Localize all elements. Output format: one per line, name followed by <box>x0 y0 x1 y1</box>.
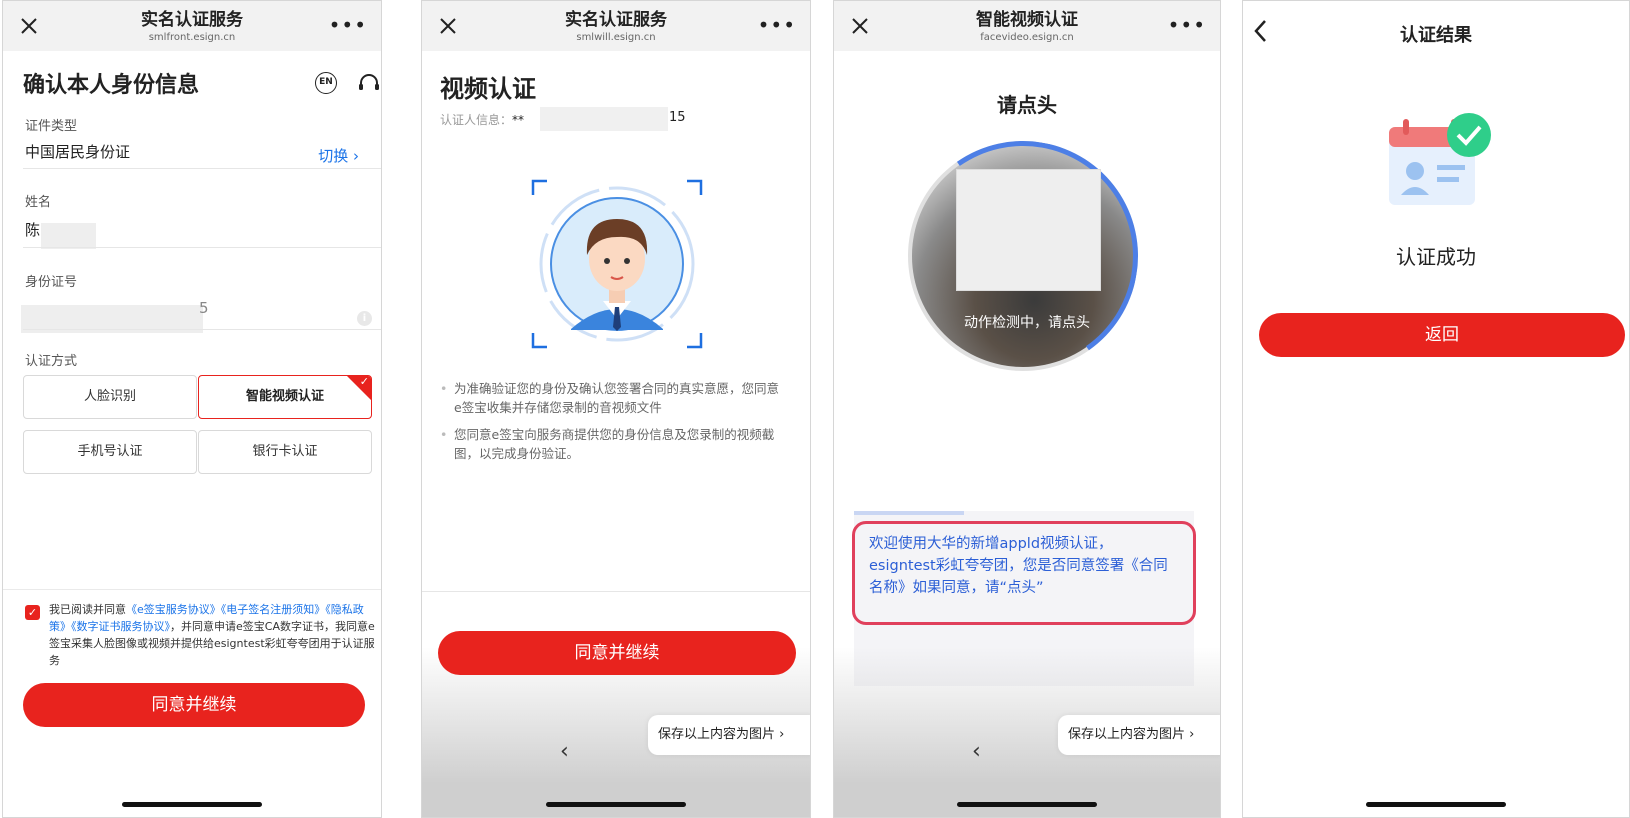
nav-url: smlfront.esign.cn <box>148 32 236 43</box>
auth-person-info: 认证人信息：** <box>440 111 524 128</box>
browser-back-icon[interactable]: ‹ <box>560 739 569 764</box>
action-prompt: 请点头 <box>997 93 1057 117</box>
save-as-image-button[interactable]: 保存以上内容为图片 › <box>1058 715 1220 755</box>
camera-status-text: 动作检测中，请点头 <box>964 315 1090 331</box>
message-progress-bar <box>854 511 964 515</box>
divider <box>23 329 381 330</box>
more-icon[interactable]: ••• <box>1168 15 1206 35</box>
name-redaction <box>41 223 96 249</box>
notice-item: • 您同意e签宝向服务商提供您的身份信息及您录制的视频截图，以完成身份验证。 <box>440 425 780 463</box>
agree-checkbox[interactable]: ✓ <box>25 605 40 620</box>
nav-url: smlwill.esign.cn <box>576 32 656 43</box>
face-redaction <box>956 169 1101 291</box>
service-agreement-link[interactable]: 《e签宝服务协议》 <box>126 603 221 616</box>
headset-icon[interactable] <box>357 72 381 94</box>
top-nav-bar: 智能视频认证 facevideo.esign.cn ••• <box>834 1 1220 51</box>
return-button[interactable]: 返回 <box>1259 313 1625 357</box>
id-number-label: 身份证号 <box>25 275 78 290</box>
id-type-value: 中国居民身份证 <box>25 143 131 161</box>
notice-item: • 为准确验证您的身份及确认您签署合同的真实意愿，您同意e签宝收集并存储您录制的… <box>440 381 780 415</box>
consent-message: 欢迎使用大华的新增appld视频认证，esigntest彩虹夸夸团，您是否同意签… <box>852 521 1196 625</box>
page-title: 视频认证 <box>440 75 536 103</box>
divider <box>23 168 381 169</box>
method-face-button[interactable]: 人脸识别 <box>23 375 197 419</box>
nav-title: 认证结果 <box>1400 25 1472 46</box>
home-indicator <box>957 802 1097 807</box>
nav-title: 实名认证服务 <box>565 10 667 30</box>
id-number-field[interactable]: 5 <box>199 299 209 317</box>
phone-panel-video-auth: 实名认证服务 smlwill.esign.cn ••• 视频认证 认证人信息：*… <box>421 0 811 818</box>
notice-text: 为准确验证您的身份及确认您签署合同的真实意愿，您同意e签宝收集并存储您录制的音视… <box>454 381 780 415</box>
phone-panel-smart-video: 智能视频认证 facevideo.esign.cn ••• 请点头 动作检测中，… <box>833 0 1221 818</box>
esign-notice-link[interactable]: 《电子签名注册须知》 <box>221 603 326 616</box>
top-nav-bar: 认证结果 <box>1243 1 1629 51</box>
name-label: 姓名 <box>25 195 52 210</box>
home-indicator <box>546 802 686 807</box>
auth-person-value: ** <box>512 113 525 127</box>
method-bankcard-button[interactable]: 银行卡认证 <box>198 430 372 474</box>
success-calendar-icon <box>1389 113 1491 205</box>
divider <box>23 247 381 248</box>
cert-agreement-link[interactable]: 《数字证书服务协议》 <box>71 620 170 633</box>
agree-continue-button[interactable]: 同意并继续 <box>438 631 796 675</box>
home-indicator <box>122 802 262 807</box>
agreement-text: 我已阅读并同意《e签宝服务协议》《电子签名注册须知》《隐私政策》《数字证书服务协… <box>49 601 379 669</box>
check-icon: ✓ <box>359 375 369 388</box>
nav-title: 实名认证服务 <box>141 10 243 30</box>
divider <box>422 591 810 592</box>
nav-title: 智能视频认证 <box>976 10 1078 30</box>
method-video-button[interactable]: 智能视频认证 ✓ <box>198 375 372 419</box>
browser-back-icon[interactable]: ‹ <box>972 739 981 764</box>
more-icon[interactable]: ••• <box>329 15 367 35</box>
phone-panel-confirm-identity: 实名认证服务 smlfront.esign.cn ••• 确认本人身份信息 EN… <box>2 0 382 818</box>
agree-continue-button[interactable]: 同意并继续 <box>23 683 365 727</box>
home-indicator <box>1366 802 1506 807</box>
info-icon[interactable]: i <box>357 311 372 326</box>
auth-person-label: 认证人信息： <box>440 113 513 127</box>
notice-text: 您同意e签宝向服务商提供您的身份信息及您录制的视频截图，以完成身份验证。 <box>454 427 775 461</box>
agreement-prefix: 我已阅读并同意 <box>49 603 126 616</box>
language-en-icon[interactable]: EN <box>315 72 337 94</box>
more-icon[interactable]: ••• <box>758 15 796 35</box>
auth-person-tail: 15 <box>669 110 686 125</box>
method-phone-button[interactable]: 手机号认证 <box>23 430 197 474</box>
phone-panel-auth-result: 认证结果 认证成功 返回 <box>1242 0 1630 818</box>
divider <box>3 589 381 590</box>
top-nav-bar: 实名认证服务 smlfront.esign.cn ••• <box>3 1 381 51</box>
switch-id-type-link[interactable]: 切换 › <box>318 145 359 166</box>
name-field[interactable]: 陈 <box>25 219 40 240</box>
auth-method-label: 认证方式 <box>25 354 78 369</box>
info-redaction <box>540 107 668 131</box>
nav-url: facevideo.esign.cn <box>980 32 1074 43</box>
top-nav-bar: 实名认证服务 smlwill.esign.cn ••• <box>422 1 810 51</box>
method-video-label: 智能视频认证 <box>245 389 324 404</box>
result-status: 认证成功 <box>1396 245 1476 269</box>
save-as-image-button[interactable]: 保存以上内容为图片 › <box>648 715 810 755</box>
page-title: 确认本人身份信息 <box>23 73 200 98</box>
id-type-label: 证件类型 <box>25 119 78 134</box>
face-scan-illustration <box>531 179 703 349</box>
